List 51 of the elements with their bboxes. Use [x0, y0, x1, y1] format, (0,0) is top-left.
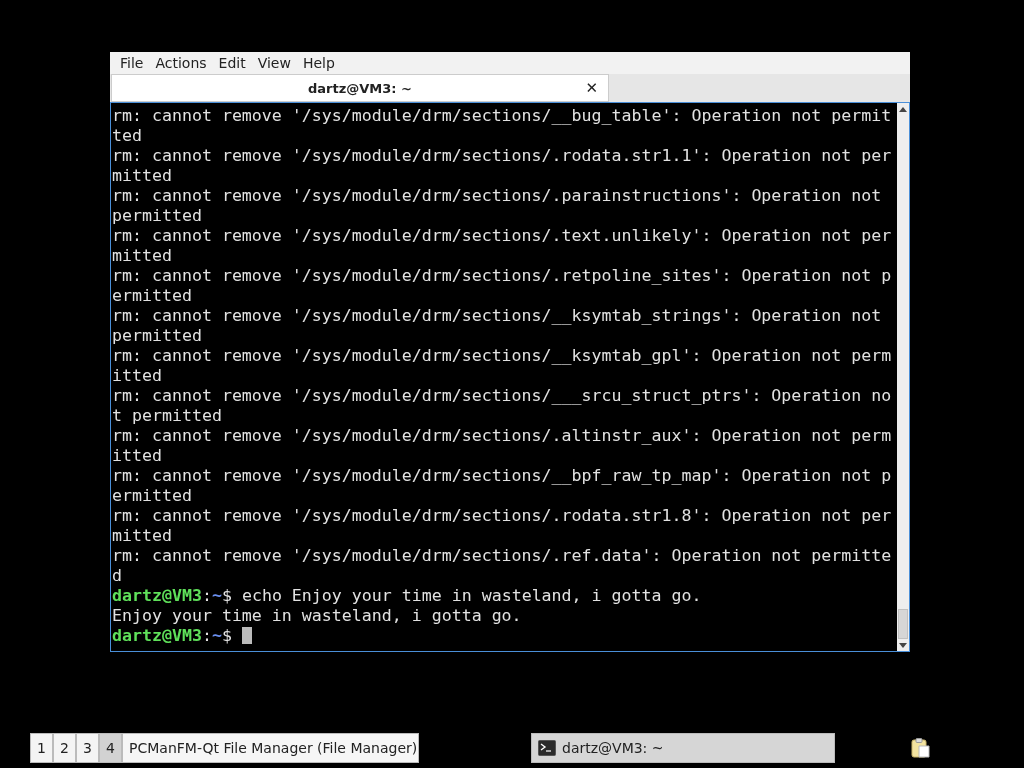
output-line: mitted	[112, 526, 173, 546]
output-line: permitted	[112, 326, 203, 346]
desktop-button[interactable]: 1	[30, 733, 53, 763]
desktop-button[interactable]: 4	[99, 733, 122, 763]
task-button[interactable]: PCManFM-Qt File Manager (File Manager)	[122, 733, 419, 763]
output-line: rm: cannot remove '/sys/module/drm/sections/__bpf_raw_tp_map': Operation not p	[112, 466, 893, 486]
output-line: rm: cannot remove '/sys/module/drm/sections/__ksymtab_gpl': Operation not perm	[112, 346, 893, 366]
prompt-separator: :	[201, 586, 212, 605]
output-line: rm: cannot remove '/sys/module/drm/sections/.altinstr_aux': Operation not perm	[112, 426, 893, 446]
output-line: mitted	[112, 246, 173, 266]
prompt-symbol: $	[221, 586, 232, 605]
command-text: echo Enjoy your time in wasteland, i gotta go.	[240, 586, 702, 605]
output-line: Enjoy your time in wasteland, i gotta go.	[112, 606, 523, 626]
task-button[interactable]: dartz@VM3: ~	[531, 733, 835, 763]
output-line: rm: cannot remove '/sys/module/drm/sections/__ksymtab_strings': Operation not	[112, 306, 883, 326]
output-line: ermitted	[112, 286, 193, 306]
prompt-path: ~	[211, 626, 222, 645]
terminal-tab[interactable]: dartz@VM3: ~ ✕	[111, 74, 609, 102]
output-line: permitted	[112, 206, 203, 226]
output-line: d	[112, 566, 123, 586]
menu-item[interactable]: View	[251, 55, 297, 71]
output-line: ermitted	[112, 486, 193, 506]
menu-item[interactable]: Edit	[212, 55, 252, 71]
output-line: ted	[112, 126, 143, 146]
scrollbar[interactable]	[897, 103, 909, 651]
output-line: rm: cannot remove '/sys/module/drm/sections/.parainstructions': Operation not	[112, 186, 883, 206]
terminal-icon	[538, 740, 556, 756]
clipboard-icon[interactable]	[909, 737, 931, 759]
output-line: t permitted	[112, 406, 223, 426]
desktop-button[interactable]: 3	[76, 733, 99, 763]
prompt-symbol: $	[221, 626, 232, 645]
prompt-path: ~	[211, 586, 222, 605]
output-line: rm: cannot remove '/sys/module/drm/sections/.retpoline_sites': Operation not p	[112, 266, 893, 286]
prompt-user: dartz@VM3	[112, 586, 202, 605]
output-line: rm: cannot remove '/sys/module/drm/sections/.ref.data': Operation not permitte	[112, 546, 893, 566]
output-line: rm: cannot remove '/sys/module/drm/sections/.rodata.str1.1': Operation not per	[112, 146, 893, 166]
desktop-button[interactable]: 2	[53, 733, 76, 763]
output-line: mitted	[112, 166, 173, 186]
prompt-user: dartz@VM3	[112, 626, 202, 645]
menu-item[interactable]: Actions	[149, 55, 213, 71]
output-line: rm: cannot remove '/sys/module/drm/sections/.text.unlikely': Operation not per	[112, 226, 893, 246]
output-line: itted	[112, 366, 163, 386]
prompt-separator: :	[201, 626, 212, 645]
output-line: rm: cannot remove '/sys/module/drm/sections/___srcu_struct_ptrs': Operation no	[112, 386, 893, 406]
close-icon[interactable]: ✕	[585, 79, 598, 97]
output-line: rm: cannot remove '/sys/module/drm/sections/__bug_table': Operation not permit	[112, 106, 893, 126]
menu-item[interactable]: Help	[296, 55, 341, 71]
output-line: rm: cannot remove '/sys/module/drm/sections/.rodata.str1.8': Operation not per	[112, 506, 893, 526]
menu-item[interactable]: File	[114, 55, 150, 71]
output-line: itted	[112, 446, 163, 466]
scrollbar-thumb[interactable]	[898, 609, 908, 639]
